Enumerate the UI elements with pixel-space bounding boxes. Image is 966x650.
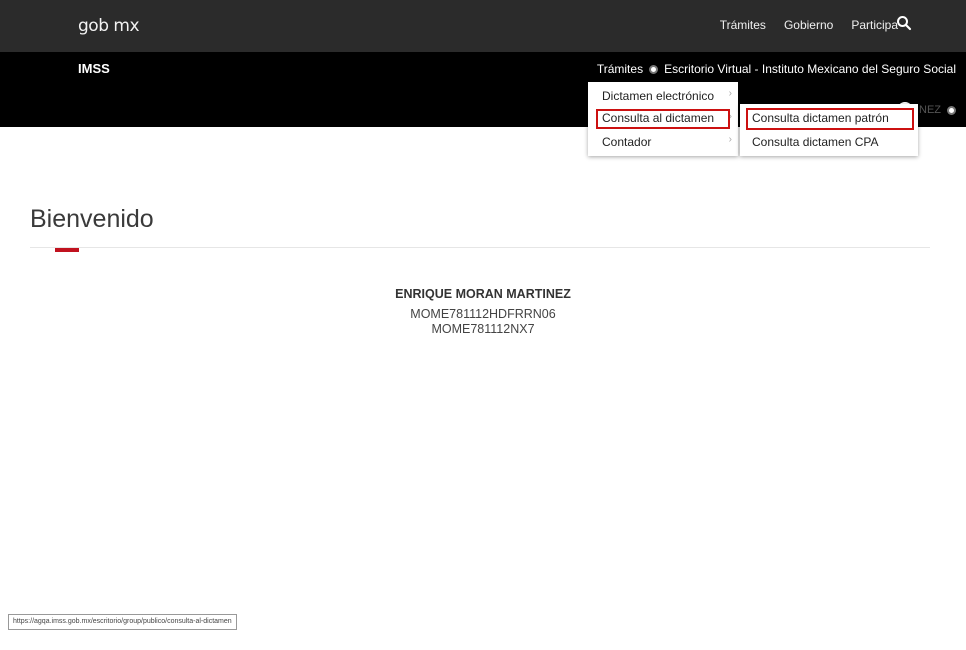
gob-top-bar: gob mx Trámites Gobierno Participa [0,0,966,52]
menu-item-dictamen-electronico[interactable]: Dictamen electrónico [602,86,714,106]
gob-nav-gobierno[interactable]: Gobierno [784,18,833,32]
user-profile-block: ENRIQUE MORAN MARTINEZ MOME781112HDFRRN0… [0,287,966,336]
dropdown-dot-icon[interactable] [649,64,659,74]
user-dropdown-icon[interactable] [947,105,956,115]
imss-nav: Trámites Escritorio Virtual - Instituto … [597,62,956,76]
submenu-item-consulta-dictamen-cpa[interactable]: Consulta dictamen CPA [752,132,879,152]
imss-nav-escritorio[interactable]: Escritorio Virtual - Instituto Mexicano … [664,62,956,76]
status-bar-url: https://agqa.imss.gob.mx/escritorio/grou… [8,614,237,630]
title-divider [30,247,930,248]
submenu-arrow-icon: › [728,134,732,145]
gob-nav: Trámites Gobierno Participa [720,18,898,32]
menu-item-contador[interactable]: Contador [602,132,651,152]
user-full-name: ENRIQUE MORAN MARTINEZ [395,287,571,301]
imss-title[interactable]: IMSS [78,61,110,76]
highlight-consulta-dictamen-patron [746,108,914,130]
user-curp: MOME781112HDFRRN06 [410,307,556,321]
submenu-arrow-icon: › [728,88,732,99]
highlight-consulta-al-dictamen [596,109,730,129]
page-title: Bienvenido [30,205,154,233]
user-rfc: MOME781112NX7 [431,322,535,336]
gob-nav-participa[interactable]: Participa [851,18,898,32]
user-name-partial: NEZ [919,104,941,116]
gob-nav-tramites[interactable]: Trámites [720,18,766,32]
gob-logo[interactable]: gob mx [78,16,140,36]
imss-nav-tramites[interactable]: Trámites [597,62,643,76]
search-icon[interactable] [896,15,912,31]
title-accent-bar [55,248,79,252]
